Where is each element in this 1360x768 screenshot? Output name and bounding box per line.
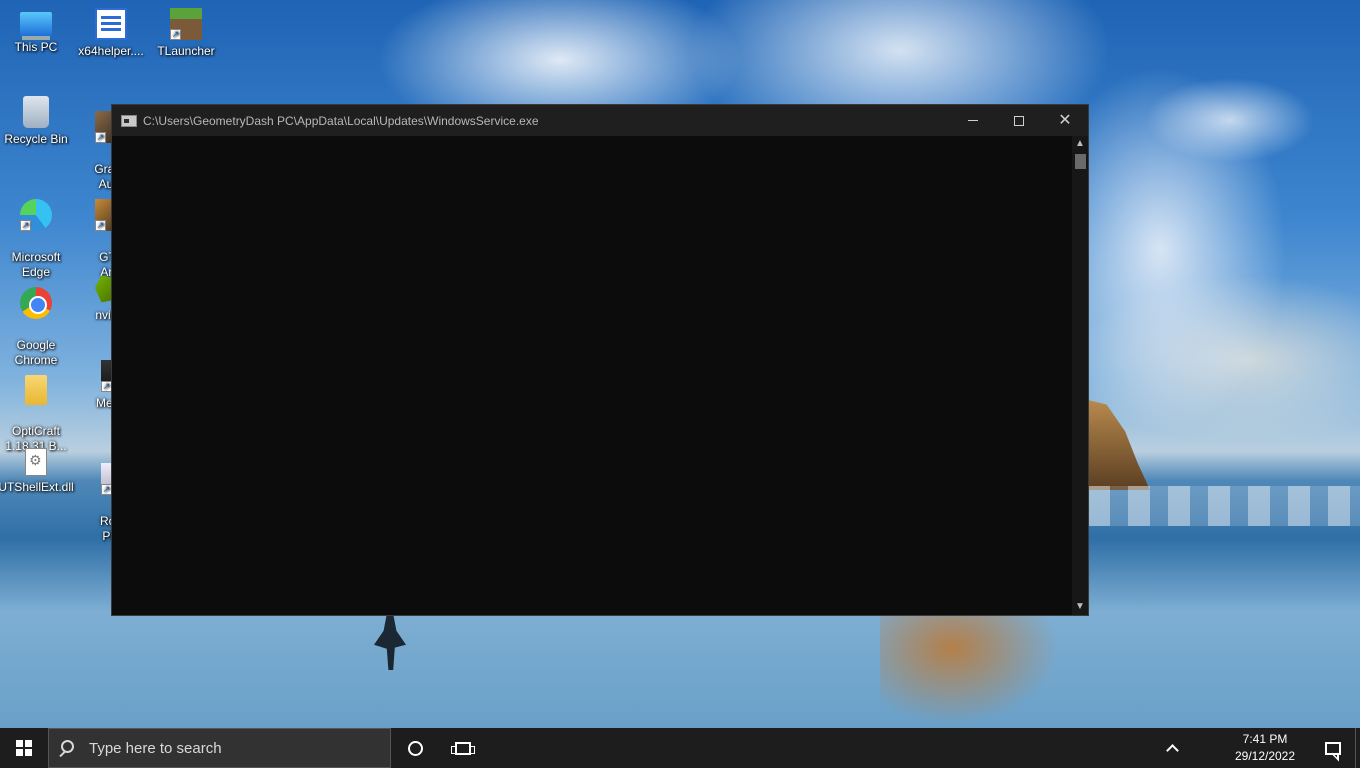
desktop-icon-opticraft[interactable]: OptiCraft 1.18.31 B... — [0, 360, 74, 454]
console-scrollbar[interactable]: ▲ ▼ — [1072, 136, 1088, 615]
desktop-icon-recycle-bin[interactable]: Recycle Bin — [0, 96, 74, 147]
shortcut-arrow-icon: ↗ — [170, 29, 181, 40]
tlauncher-icon: ↗ — [170, 8, 202, 40]
minimize-icon — [968, 120, 978, 121]
chrome-icon — [20, 287, 52, 319]
cortana-button[interactable] — [391, 728, 439, 768]
desktop-icon-label: This PC — [14, 40, 58, 54]
desktop-icon-this-pc[interactable]: This PC — [0, 8, 74, 55]
scroll-down-arrow-icon[interactable]: ▼ — [1072, 599, 1088, 615]
task-view-button[interactable] — [439, 728, 487, 768]
x64helper-icon — [95, 8, 127, 40]
maximize-button[interactable] — [996, 105, 1042, 136]
search-placeholder: Type here to search — [89, 739, 222, 757]
cortana-icon — [407, 740, 423, 756]
console-window[interactable]: C:\Users\GeometryDash PC\AppData\Local\U… — [111, 104, 1089, 616]
taskbar-search-box[interactable]: Type here to search — [48, 728, 391, 768]
console-output-area[interactable] — [112, 136, 1071, 615]
notifications-icon — [1325, 741, 1341, 755]
desktop-icon-tlauncher[interactable]: ↗ TLauncher — [148, 8, 224, 59]
desktop-icon-label: x64helper.... — [78, 44, 144, 58]
start-button[interactable] — [0, 728, 48, 768]
dll-file-icon — [25, 448, 47, 476]
scroll-thumb[interactable] — [1075, 154, 1086, 169]
wallpaper-surf — [1088, 486, 1360, 526]
console-titlebar[interactable]: C:\Users\GeometryDash PC\AppData\Local\U… — [112, 105, 1088, 136]
shortcut-arrow-icon: ↗ — [95, 132, 106, 143]
close-icon: ✕ — [1058, 111, 1072, 129]
show-hidden-icons-button[interactable] — [1157, 728, 1187, 768]
desktop-icon-label: Recycle Bin — [4, 132, 68, 146]
shortcut-arrow-icon: ↗ — [95, 220, 106, 231]
this-pc-icon — [20, 12, 52, 36]
windows-start-icon — [16, 740, 32, 756]
search-icon — [49, 739, 89, 758]
clock-date: 29/12/2022 — [1234, 749, 1296, 763]
chevron-up-icon — [1165, 744, 1179, 757]
minimize-button[interactable] — [950, 105, 996, 136]
console-title: C:\Users\GeometryDash PC\AppData\Local\U… — [143, 113, 539, 128]
close-button[interactable]: ✕ — [1042, 105, 1088, 136]
scroll-up-arrow-icon[interactable]: ▲ — [1072, 136, 1088, 152]
taskbar: Type here to search 7:41 PM 29/12/2022 — [0, 728, 1360, 768]
desktop-icon-utshellext[interactable]: UTShellExt.dll — [0, 448, 74, 495]
folder-icon — [25, 375, 47, 405]
recycle-bin-icon — [23, 96, 49, 128]
desktop-icon-x64helper[interactable]: x64helper.... — [73, 8, 149, 59]
clock-time: 7:41 PM — [1242, 732, 1288, 746]
taskbar-clock[interactable]: 7:41 PM 29/12/2022 — [1225, 731, 1305, 765]
console-app-icon — [121, 114, 137, 127]
desktop-icon-label: UTShellExt.dll — [0, 480, 74, 494]
wallpaper-reflection — [880, 615, 1060, 725]
desktop-icon-label: TLauncher — [157, 44, 215, 58]
notifications-button[interactable] — [1311, 728, 1355, 768]
task-view-icon — [451, 741, 475, 755]
maximize-icon — [1014, 115, 1024, 126]
shortcut-arrow-icon: ↗ — [20, 220, 31, 231]
desktop-icon-edge[interactable]: ↗ Microsoft Edge — [0, 184, 74, 280]
desktop-icon-chrome[interactable]: Google Chrome — [0, 272, 74, 368]
edge-icon: ↗ — [20, 199, 52, 231]
show-desktop-button[interactable] — [1355, 728, 1360, 768]
